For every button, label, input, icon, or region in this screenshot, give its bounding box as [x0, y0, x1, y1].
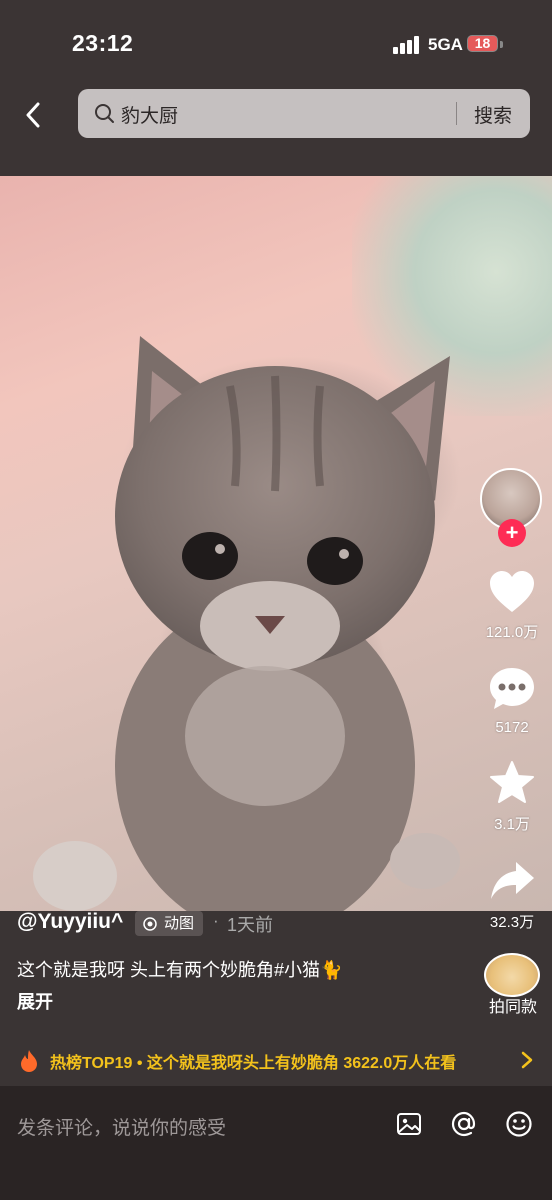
star-icon — [490, 761, 534, 803]
follow-button[interactable]: + — [498, 519, 526, 547]
like-button[interactable]: 121.0万 — [478, 570, 546, 642]
hot-list-bar[interactable]: 热榜TOP19 • 这个就是我呀头上有妙脆角 3622.0万人在看 — [0, 1036, 552, 1084]
at-icon[interactable] — [450, 1110, 478, 1138]
like-count: 121.0万 — [485, 624, 539, 641]
share-arrow-icon — [491, 862, 534, 899]
expand-button[interactable]: 展开 — [17, 988, 53, 1014]
status-bar: 23:12 5GA 18 — [0, 0, 552, 80]
back-button[interactable] — [18, 96, 54, 132]
image-icon[interactable] — [395, 1110, 423, 1138]
same-style-label: 拍同款 — [488, 999, 537, 1016]
gif-icon — [143, 917, 157, 931]
share-button[interactable]: 32.3万 — [478, 858, 546, 932]
status-time: 23:12 — [72, 30, 134, 56]
favorite-button[interactable]: 3.1万 — [478, 760, 546, 834]
author-name[interactable]: @Yuyyiiu^ — [17, 910, 123, 934]
comment-button[interactable]: 5172 — [478, 666, 546, 736]
kitten-image — [33, 336, 460, 911]
battery-level: 18 — [474, 35, 491, 51]
post-time: 1天前 — [227, 915, 274, 935]
video-player[interactable] — [0, 176, 552, 911]
comment-count: 5172 — [495, 719, 529, 736]
gif-badge-label: 动图 — [164, 915, 195, 932]
comment-input[interactable]: 发条评论，说说你的感受 — [17, 1113, 226, 1140]
chevron-right-icon — [521, 1051, 533, 1069]
top-bar: 23:12 5GA 18 豹大厨 搜索 — [0, 0, 552, 176]
search-input[interactable]: 豹大厨 — [121, 101, 178, 128]
search-divider — [456, 102, 457, 125]
search-bar[interactable]: 豹大厨 搜索 — [78, 89, 530, 138]
signal-icon — [393, 36, 419, 54]
search-button[interactable]: 搜索 — [468, 101, 518, 128]
same-style-button[interactable]: 拍同款 — [482, 953, 544, 1016]
favorite-count: 3.1万 — [494, 816, 530, 833]
gif-badge: 动图 — [135, 911, 203, 936]
comment-bar: 发条评论，说说你的感受 — [0, 1086, 552, 1200]
chevron-left-icon — [26, 102, 40, 128]
emoji-icon[interactable] — [505, 1110, 533, 1138]
search-icon — [95, 104, 114, 123]
network-label: 5GA — [428, 35, 463, 54]
separator-dot: · — [213, 911, 219, 930]
hot-list-text: 热榜TOP19 • 这个就是我呀头上有妙脆角 3622.0万人在看 — [50, 1055, 457, 1072]
heart-icon — [490, 571, 534, 612]
fire-icon — [21, 1050, 37, 1072]
battery-icon: 18 — [467, 35, 503, 54]
music-disc-icon — [484, 953, 540, 997]
post-description: 这个就是我呀 头上有两个妙脆角#小猫🐈 — [17, 960, 343, 980]
comment-bubble-icon — [490, 668, 534, 709]
share-count: 32.3万 — [489, 914, 535, 931]
